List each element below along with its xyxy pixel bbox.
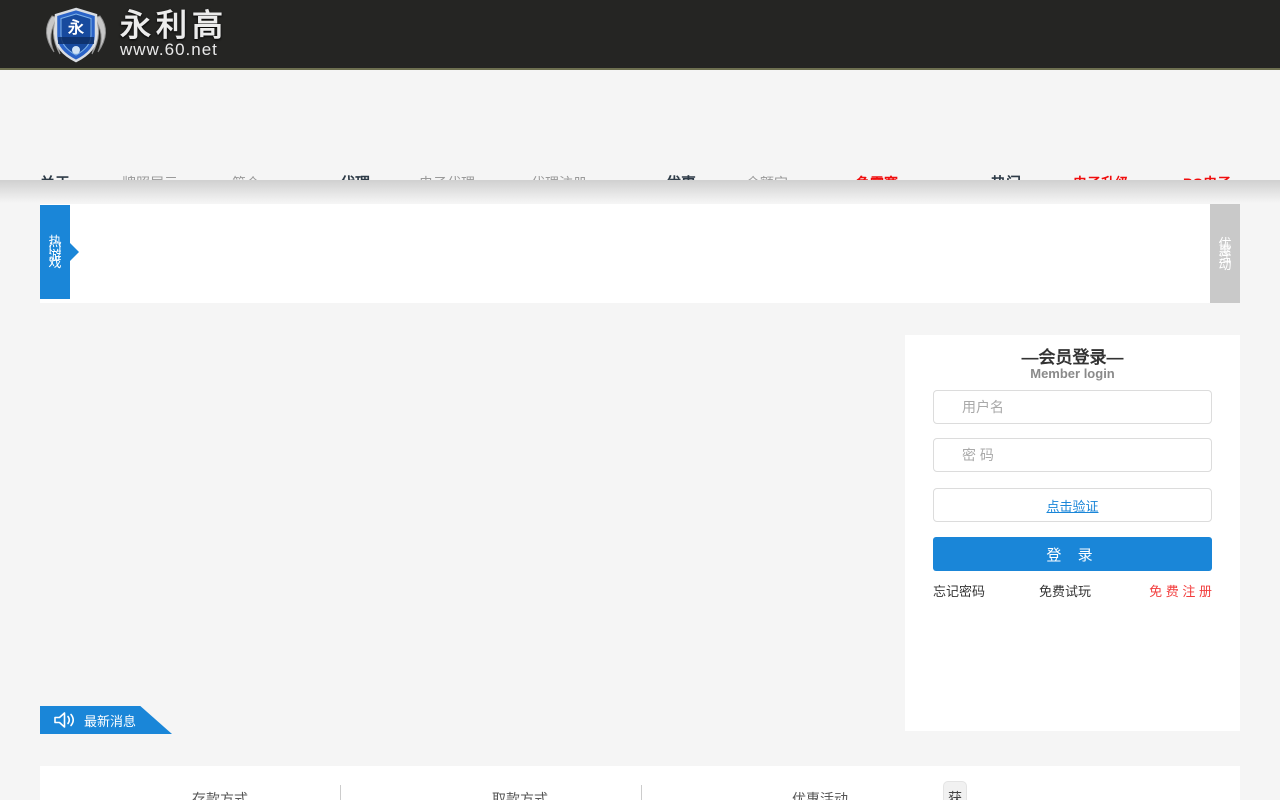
- svg-text:永: 永: [67, 18, 84, 37]
- free-trial-link[interactable]: 免费试玩: [1039, 581, 1091, 600]
- forgot-password-link[interactable]: 忘记密码: [933, 581, 985, 600]
- nav-shadow: [0, 180, 1280, 203]
- bottom-column-label: 优惠活动: [792, 789, 848, 800]
- bottom-column-label: 取款方式: [492, 789, 548, 800]
- login-title: —会员登录—: [905, 343, 1240, 368]
- shield-logo-icon: 永: [38, 6, 114, 64]
- latest-news-label: 最新消息: [84, 711, 136, 730]
- carousel-right-tab-label: 优惠活动: [1218, 240, 1232, 268]
- username-input[interactable]: [933, 390, 1212, 424]
- captcha-box[interactable]: 点击验证: [933, 488, 1212, 522]
- bottom-column-label: 存款方式: [192, 789, 248, 800]
- login-subtitle: Member login: [905, 366, 1240, 381]
- floating-widget-button[interactable]: 获: [943, 781, 967, 800]
- captcha-verify-link[interactable]: 点击验证: [1046, 496, 1098, 515]
- login-panel: —会员登录— Member login 点击验证 登 录 忘记密码 免费试玩 免…: [905, 335, 1240, 731]
- logo[interactable]: 永 永利高 www.60.net: [38, 6, 228, 64]
- logo-title: 永利高: [120, 11, 228, 41]
- logo-url: www.60.net: [120, 41, 228, 59]
- login-links: 忘记密码 免费试玩 免 费 注 册: [933, 581, 1212, 599]
- logo-wordmark: 永利高 www.60.net: [120, 11, 228, 59]
- password-input[interactable]: [933, 438, 1212, 472]
- login-button[interactable]: 登 录: [933, 537, 1212, 571]
- page: 永 永利高 www.60.net 关于 牌照展示 简介 代理 电子代理 代理注册…: [0, 0, 1280, 800]
- free-register-link[interactable]: 免 费 注 册: [1149, 581, 1212, 600]
- column-divider: [340, 785, 341, 800]
- speaker-icon: [53, 711, 77, 729]
- column-divider: [641, 785, 642, 800]
- carousel-next-tab[interactable]: 优惠活动: [1210, 204, 1240, 303]
- carousel-prev-tab[interactable]: 热门游戏: [40, 205, 70, 299]
- latest-news-badge[interactable]: 最新消息: [40, 706, 172, 734]
- header: 永 永利高 www.60.net: [0, 0, 1280, 70]
- main-nav: 关于 牌照展示 简介 代理 电子代理 代理注册 优惠 余额宝 争霸赛 热门 电子…: [0, 72, 1280, 180]
- banner-carousel: 热门游戏 优惠活动: [40, 204, 1240, 303]
- bottom-panel: 存款方式 取款方式 优惠活动: [40, 766, 1240, 800]
- carousel-left-tab-label: 热门游戏: [48, 238, 62, 266]
